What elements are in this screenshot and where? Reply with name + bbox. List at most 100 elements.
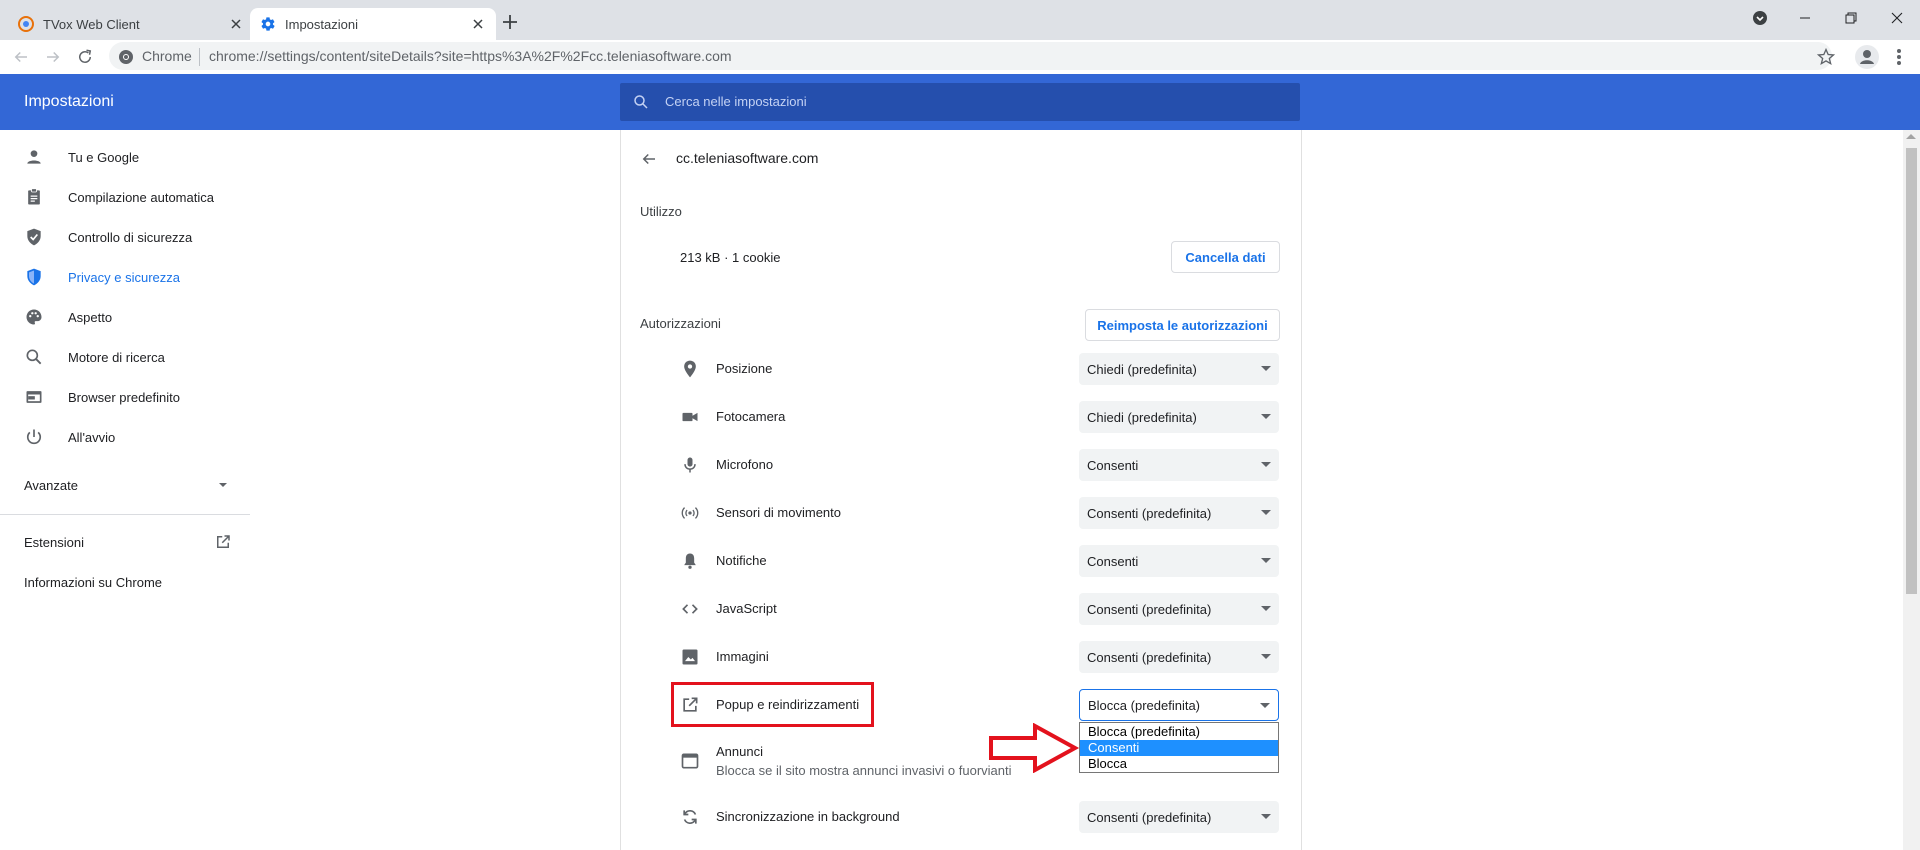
close-window-button[interactable] [1874, 0, 1920, 36]
permission-row-microfono: Microfono Consenti [640, 441, 1280, 489]
arrow-right-icon [47, 51, 60, 63]
caret-down-icon [1261, 414, 1271, 419]
sidebar-item-label: Tu e Google [68, 149, 140, 165]
sidebar-item-motore-ricerca[interactable]: Motore di ricerca [0, 340, 250, 374]
highlight-box [671, 682, 874, 727]
tab-title: TVox Web Client [43, 16, 140, 32]
permission-row-sensori: Sensori di movimento Consenti (predefini… [640, 489, 1280, 537]
site-chip-label: Chrome [142, 48, 192, 64]
camera-icon [682, 412, 698, 422]
scroll-up-icon[interactable] [1906, 134, 1916, 139]
close-icon[interactable] [470, 16, 486, 32]
permission-label: Immagini [716, 649, 769, 664]
profile-button[interactable] [1854, 44, 1880, 70]
permission-select[interactable]: Consenti [1079, 545, 1279, 577]
option-consenti[interactable]: Consenti [1080, 740, 1278, 756]
chevron-down-icon[interactable] [218, 480, 228, 490]
permission-select[interactable]: Chiedi (predefinita) [1079, 353, 1279, 385]
clear-data-button[interactable]: Cancella dati [1171, 241, 1280, 273]
caret-down-icon [1261, 462, 1271, 467]
caret-down-icon [1261, 510, 1271, 515]
permission-select[interactable]: Consenti (predefinita) [1079, 801, 1279, 833]
sidebar-item-label: Browser predefinito [68, 389, 180, 405]
tab-search-button[interactable] [1752, 10, 1768, 26]
reset-permissions-button[interactable]: Reimposta le autorizzazioni [1085, 309, 1280, 341]
sidebar-item-label: Aspetto [68, 309, 113, 325]
ads-icon [681, 753, 699, 769]
select-value: Consenti (predefinita) [1087, 649, 1212, 665]
permission-row-javascript: JavaScript Consenti (predefinita) [640, 585, 1280, 633]
sidebar-item-controllo-sicurezza[interactable]: Controllo di sicurezza [0, 220, 250, 254]
more-vertical-icon [1897, 49, 1901, 65]
arrow-left-icon [14, 51, 27, 63]
permission-select[interactable]: Consenti (predefinita) [1079, 641, 1279, 673]
url-text[interactable]: chrome://settings/content/siteDetails?si… [209, 48, 732, 64]
sidebar-item-browser-predefinito[interactable]: Browser predefinito [0, 380, 250, 414]
location-pin-icon [684, 360, 696, 378]
permission-row-notifiche: Notifiche Consenti [640, 537, 1280, 585]
power-icon [26, 429, 42, 445]
permission-row-posizione: Posizione Chiedi (predefinita) [640, 345, 1280, 393]
popup-options-list[interactable]: Blocca (predefinita) Consenti Blocca [1079, 722, 1279, 773]
new-tab-button[interactable] [498, 10, 522, 34]
permission-select[interactable]: Consenti (predefinita) [1079, 497, 1279, 529]
select-value: Consenti [1087, 457, 1139, 473]
sidebar-item-label: Privacy e sicurezza [68, 269, 180, 285]
sidebar-item-tu-e-google[interactable]: Tu e Google [0, 140, 250, 174]
menu-button[interactable] [1893, 45, 1905, 69]
minimize-button[interactable] [1782, 0, 1828, 36]
minimize-icon [1800, 17, 1810, 19]
caret-down-icon [1261, 606, 1271, 611]
tab-impostazioni[interactable]: Impostazioni [250, 8, 496, 40]
permission-select[interactable]: Consenti [1079, 449, 1279, 481]
permission-select[interactable]: Blocca (predefinita) [1079, 689, 1279, 721]
reload-button[interactable] [72, 44, 98, 70]
option-blocca-predefinita[interactable]: Blocca (predefinita) [1080, 724, 1278, 740]
scrollbar-thumb[interactable] [1906, 148, 1917, 594]
sidebar-advanced[interactable]: Avanzate [24, 478, 78, 493]
open-in-new-icon[interactable] [214, 533, 232, 551]
option-blocca[interactable]: Blocca [1080, 756, 1278, 772]
caret-down-icon [1260, 703, 1270, 708]
sidebar-divider [0, 514, 250, 515]
permission-row-fotocamera: Fotocamera Chiedi (predefinita) [640, 393, 1280, 441]
permission-label: Notifiche [716, 553, 767, 568]
sidebar-item-label: Motore di ricerca [68, 349, 165, 365]
permission-select[interactable]: Consenti (predefinita) [1079, 593, 1279, 625]
bell-icon [684, 553, 696, 569]
sidebar-about[interactable]: Informazioni su Chrome [24, 575, 162, 590]
shield-check-icon [27, 228, 41, 246]
person-icon [27, 150, 41, 164]
back-arrow-button[interactable] [640, 150, 658, 168]
restore-button[interactable] [1828, 0, 1874, 36]
bookmark-star-button[interactable] [1816, 47, 1836, 67]
sidebar-item-privacy[interactable]: Privacy e sicurezza [0, 260, 250, 294]
select-value: Chiedi (predefinita) [1087, 361, 1197, 377]
sidebar-item-compilazione[interactable]: Compilazione automatica [0, 180, 250, 214]
select-value: Blocca (predefinita) [1088, 697, 1200, 713]
star-icon [1816, 47, 1836, 66]
avatar-icon [1855, 45, 1879, 69]
tab-tvox[interactable]: TVox Web Client [8, 8, 254, 40]
arrow-left-icon [642, 153, 655, 165]
back-button[interactable] [8, 44, 34, 70]
permission-select[interactable]: Chiedi (predefinita) [1079, 401, 1279, 433]
permission-sublabel: Blocca se il sito mostra annunci invasiv… [716, 763, 1012, 778]
motion-sensor-icon [681, 507, 699, 519]
tvox-favicon-icon [18, 16, 34, 32]
sidebar-extensions[interactable]: Estensioni [24, 535, 84, 550]
usage-heading: Utilizzo [640, 204, 682, 219]
caret-down-icon [1261, 558, 1271, 563]
permission-label: Sincronizzazione in background [716, 809, 900, 824]
page-title: Impostazioni [24, 93, 114, 110]
permission-label: Fotocamera [716, 409, 786, 424]
select-value: Consenti (predefinita) [1087, 601, 1212, 617]
sidebar-item-aspetto[interactable]: Aspetto [0, 300, 250, 334]
image-icon [682, 649, 698, 665]
close-icon[interactable] [228, 16, 244, 32]
usage-value: 213 kB · 1 cookie [680, 250, 781, 265]
select-value: Chiedi (predefinita) [1087, 409, 1197, 425]
forward-button[interactable] [40, 44, 66, 70]
sidebar-item-avvio[interactable]: All'avvio [0, 420, 250, 454]
shield-icon [27, 268, 41, 286]
